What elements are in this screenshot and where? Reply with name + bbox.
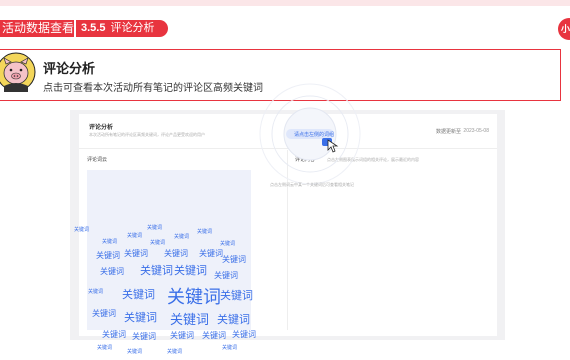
word-cloud-keyword[interactable]: 关键词 (167, 288, 221, 306)
pig-mascot-avatar (0, 52, 36, 92)
word-cloud-keyword[interactable]: 关键词 (124, 313, 157, 324)
empty-state-illustration: 请点击左侧的词组 (259, 83, 361, 185)
empty-state-button-label: 请点击左侧的词组 (294, 131, 334, 138)
word-cloud-keyword[interactable]: 关键词 (124, 250, 148, 258)
word-cloud-keyword[interactable]: 关键词 (102, 331, 126, 339)
brand-logo: 小 (558, 18, 570, 40)
card-title: 评论分析 (89, 125, 114, 131)
word-cloud-keyword[interactable]: 关键词 (167, 350, 182, 355)
section-subtitle: 点击可查看本次活动所有笔记的评论区高频关键词 (43, 83, 263, 94)
section-name: 评论分析 (110, 22, 155, 34)
word-cloud[interactable]: 关键词 关键词 关键词 关键词 关键词 关键词 关键词 关键词 关键词 关键词 关键词 关键词 关键词关… (74, 170, 256, 355)
word-cloud-keyword[interactable]: 关键词 (232, 331, 256, 339)
word-cloud-title: 评论词云 (87, 157, 108, 163)
word-cloud-keyword[interactable]: 关键词 (92, 310, 116, 318)
word-cloud-keyword[interactable]: 关键词 (174, 266, 207, 277)
word-cloud-keyword[interactable]: 关键词 (150, 241, 165, 246)
word-cloud-keyword[interactable]: 关键词 (127, 234, 142, 239)
update-label: 数据更新至 (435, 129, 461, 135)
word-cloud-keyword[interactable]: 关键词 (88, 290, 103, 295)
word-cloud-keyword[interactable]: 关键词 (74, 228, 89, 233)
word-cloud-keyword[interactable]: 关键词 (140, 266, 173, 277)
word-cloud-keyword[interactable]: 关键词 (217, 315, 250, 326)
word-cloud-keyword[interactable]: 关键词 (202, 332, 226, 340)
word-cloud-keyword[interactable]: 关键词 (164, 250, 188, 258)
update-date: 2023-05-08 (463, 128, 489, 134)
word-cloud-keyword[interactable]: 关键词 (220, 242, 235, 247)
word-cloud-keyword[interactable]: 关键词 (100, 268, 124, 276)
word-cloud-keyword[interactable]: 关键词 (127, 350, 142, 355)
word-cloud-keyword[interactable]: 关键词 (122, 290, 155, 301)
word-cloud-keyword[interactable]: 关键词 (132, 333, 156, 341)
word-cloud-keyword[interactable]: 关键词 (170, 332, 194, 340)
word-cloud-keyword[interactable]: 关键词 (170, 313, 209, 326)
word-cloud-keyword[interactable]: 关键词 (222, 256, 246, 264)
word-cloud-keyword[interactable]: 关键词 (96, 252, 120, 260)
section-number: 3.5.5 (81, 22, 106, 34)
top-accent-strip (0, 0, 570, 6)
empty-state-hint: 点击左侧词云中某一个关键词后可查看相关笔记 (270, 182, 354, 187)
word-cloud-keyword[interactable]: 关键词 (222, 346, 237, 351)
word-cloud-keyword[interactable]: 关键词 (214, 272, 238, 280)
header-tag-section: 3.5.5 评论分析 (74, 20, 168, 37)
word-cloud-keyword[interactable]: 关键词 (102, 240, 117, 245)
card-description: 本次活动所有笔记的评论区高频关键词，评论产品更受欢迎的用户 (89, 132, 205, 137)
word-cloud-keyword[interactable]: 关键词 (199, 250, 223, 258)
section-title: 评论分析 (43, 61, 96, 76)
word-cloud-keyword[interactable]: 关键词 (197, 230, 212, 235)
word-cloud-keyword[interactable]: 关键词 (97, 346, 112, 351)
header-tag-title: 活动数据查看 (0, 20, 75, 37)
word-cloud-keyword[interactable]: 关键词 (220, 291, 253, 302)
word-cloud-keyword[interactable]: 关键词 (174, 235, 189, 240)
word-cloud-keyword[interactable]: 关键词 (147, 226, 162, 231)
